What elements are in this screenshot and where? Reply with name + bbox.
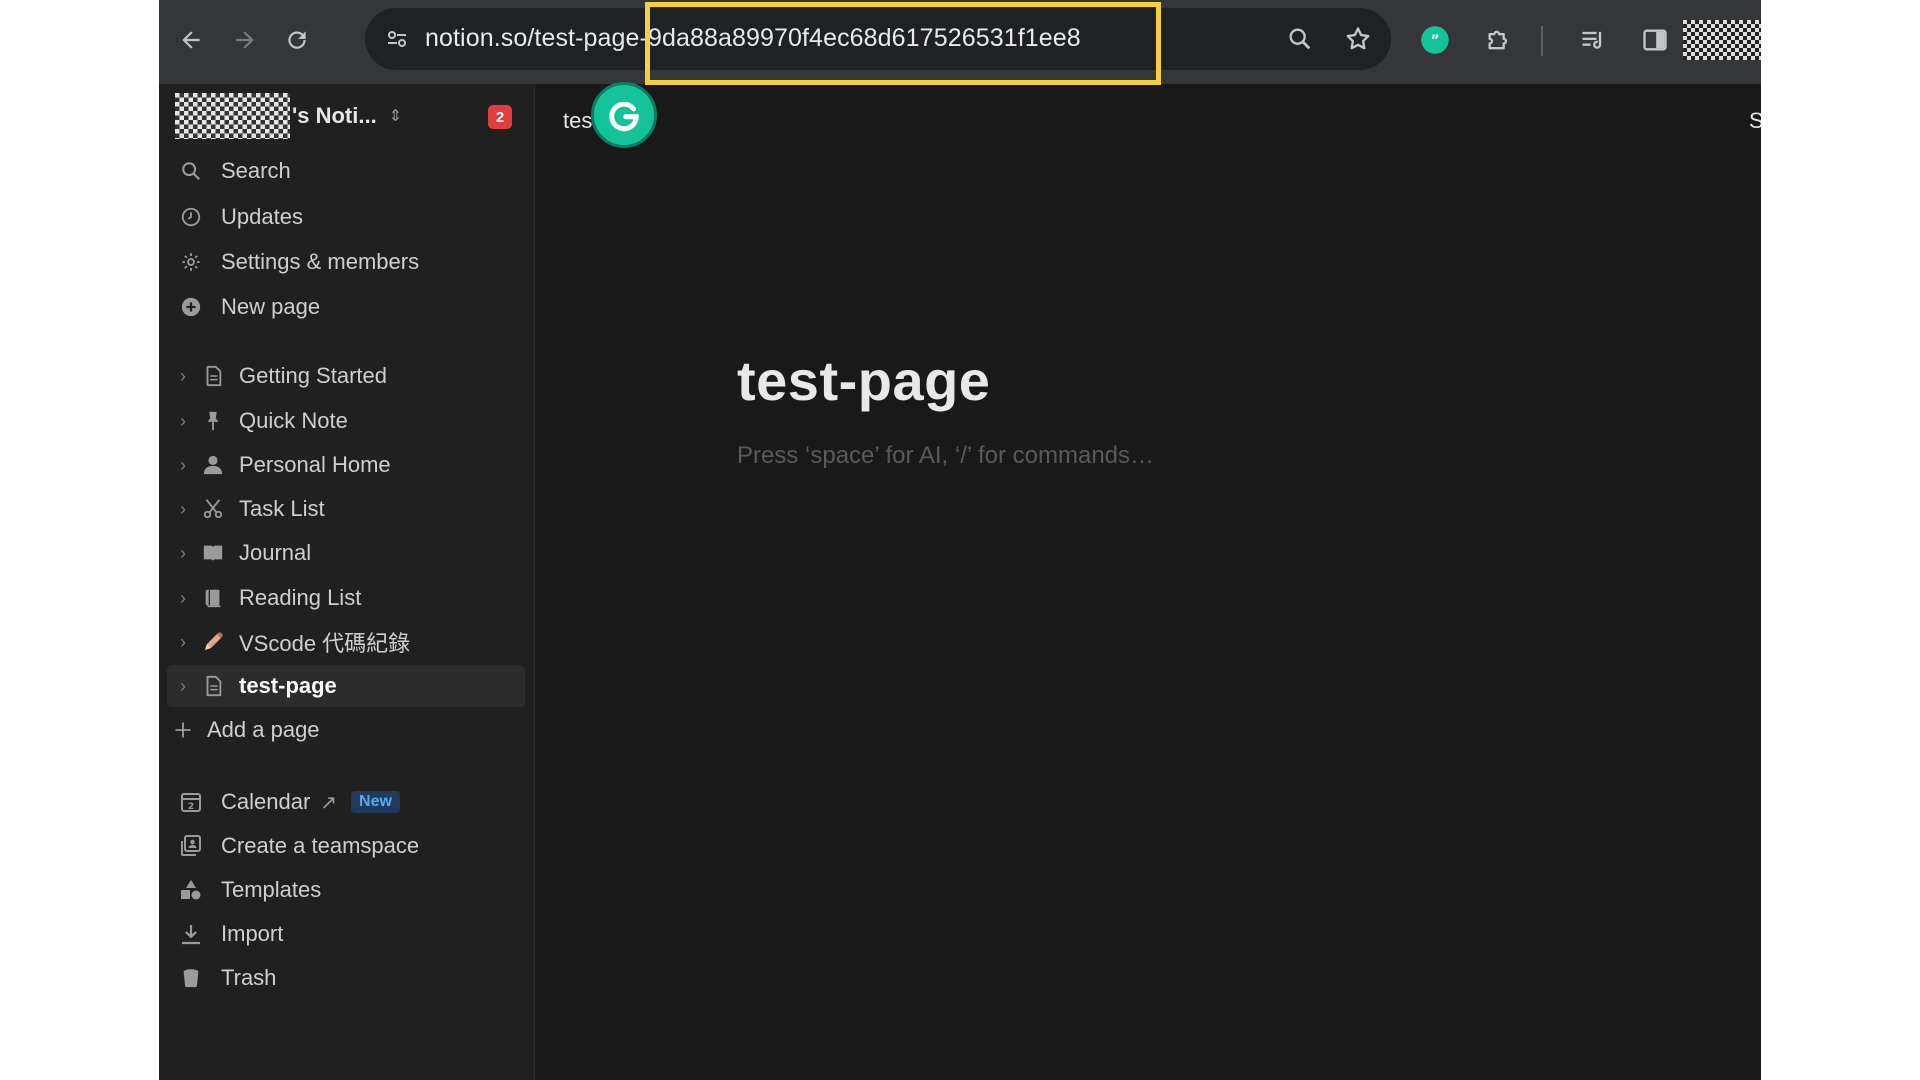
extension-icon[interactable]: ” bbox=[1415, 20, 1455, 60]
sidebar-page-test-page[interactable]: › test-page bbox=[167, 665, 525, 707]
sidebar-page-task-list[interactable]: › Task List bbox=[167, 488, 525, 530]
sidebar-item-label: Templates bbox=[221, 877, 322, 902]
sidebar-item-label: Calendar bbox=[221, 789, 311, 814]
add-page-button[interactable]: Add a page bbox=[167, 709, 525, 751]
scissors-icon bbox=[199, 495, 227, 523]
calendar-icon: 2 bbox=[177, 788, 205, 816]
notification-badge[interactable]: 2 bbox=[488, 105, 512, 129]
breadcrumb[interactable]: tes bbox=[563, 108, 592, 134]
search-icon bbox=[177, 157, 205, 185]
forward-arrow-icon[interactable] bbox=[225, 20, 265, 60]
side-panel-icon[interactable] bbox=[1635, 20, 1675, 60]
sidebar-page-quick-note[interactable]: › Quick Note bbox=[167, 400, 525, 442]
sidebar-item-label: Import bbox=[221, 921, 284, 946]
sidebar-item-label: Search bbox=[221, 158, 291, 183]
site-settings-icon[interactable] bbox=[381, 23, 413, 55]
notion-sidebar: 's Noti... ⇕ 2 Search Updates Settings &… bbox=[159, 84, 535, 1080]
teamspace-icon bbox=[177, 832, 205, 860]
workspace-switcher[interactable]: 's Noti... ⇕ bbox=[175, 92, 402, 140]
zoom-icon[interactable] bbox=[1283, 22, 1317, 56]
sidebar-item-templates[interactable]: Templates bbox=[167, 869, 525, 911]
gear-icon bbox=[177, 248, 205, 276]
address-bar[interactable]: notion.so/test-page-9da88a89970f4ec68d61… bbox=[365, 8, 1391, 70]
screenshot-frame: notion.so/test-page-9da88a89970f4ec68d61… bbox=[159, 0, 1761, 1080]
sidebar-item-label: Updates bbox=[221, 204, 303, 229]
chevron-right-icon[interactable]: › bbox=[175, 411, 191, 432]
chevron-right-icon[interactable]: › bbox=[175, 455, 191, 476]
puzzle-icon[interactable] bbox=[1479, 20, 1519, 60]
svg-text:2: 2 bbox=[188, 802, 194, 812]
sidebar-page-label: Task List bbox=[239, 496, 325, 521]
sidebar-item-label: New page bbox=[221, 294, 321, 319]
person-icon bbox=[199, 451, 227, 479]
sidebar-item-label: Create a teamspace bbox=[221, 833, 420, 858]
sidebar-page-label: Quick Note bbox=[239, 408, 348, 433]
browser-toolbar: notion.so/test-page-9da88a89970f4ec68d61… bbox=[159, 0, 1761, 84]
templates-icon bbox=[177, 876, 205, 904]
sidebar-page-label: Reading List bbox=[239, 585, 362, 610]
sidebar-item-updates[interactable]: Updates bbox=[167, 196, 525, 238]
document-icon bbox=[199, 672, 227, 700]
sidebar-page-label: Getting Started bbox=[239, 363, 387, 388]
sidebar-page-journal[interactable]: › Journal bbox=[167, 532, 525, 574]
chevron-right-icon[interactable]: › bbox=[175, 543, 191, 564]
sidebar-item-calendar[interactable]: 2 Calendar ↗ New bbox=[167, 781, 525, 823]
chevron-right-icon[interactable]: › bbox=[175, 676, 191, 697]
grammarly-icon[interactable] bbox=[591, 82, 657, 148]
chevron-right-icon[interactable]: › bbox=[175, 366, 191, 387]
sidebar-page-label: test-page bbox=[239, 673, 337, 698]
chevron-right-icon[interactable]: › bbox=[175, 499, 191, 520]
bookmark-star-icon[interactable] bbox=[1341, 22, 1375, 56]
workspace-name-obscured bbox=[175, 93, 290, 139]
back-arrow-icon[interactable] bbox=[171, 20, 211, 60]
import-icon bbox=[177, 920, 205, 948]
books-icon bbox=[199, 584, 227, 612]
book-icon bbox=[199, 539, 227, 567]
page-title[interactable]: test-page bbox=[737, 348, 990, 413]
trash-icon bbox=[177, 964, 205, 992]
sidebar-item-search[interactable]: Search bbox=[167, 150, 525, 192]
sidebar-item-label: Trash bbox=[221, 965, 277, 990]
chevron-right-icon[interactable]: › bbox=[175, 632, 191, 653]
editor-placeholder[interactable]: Press ‘space’ for AI, ‘/’ for commands… bbox=[737, 442, 1154, 470]
svg-text:”: ” bbox=[1430, 33, 1439, 49]
sidebar-item-import[interactable]: Import bbox=[167, 913, 525, 955]
plus-circle-icon bbox=[177, 293, 205, 321]
sidebar-page-getting-started[interactable]: › Getting Started bbox=[167, 355, 525, 397]
chevron-right-icon[interactable]: › bbox=[175, 588, 191, 609]
sidebar-page-vscode[interactable]: › VScode 代碼紀錄 bbox=[167, 621, 525, 663]
pin-icon bbox=[199, 407, 227, 435]
document-icon bbox=[199, 362, 227, 390]
sidebar-page-label: Personal Home bbox=[239, 452, 391, 477]
sidebar-page-label: VScode 代碼紀錄 bbox=[239, 631, 411, 656]
sidebar-item-settings[interactable]: Settings & members bbox=[167, 241, 525, 283]
sidebar-item-new-page[interactable]: New page bbox=[167, 286, 525, 328]
sidebar-item-trash[interactable]: Trash bbox=[167, 957, 525, 999]
clock-icon bbox=[177, 203, 205, 231]
sidebar-item-label: Settings & members bbox=[221, 249, 420, 274]
new-tag-badge: New bbox=[351, 791, 400, 813]
sidebar-page-label: Journal bbox=[239, 540, 312, 565]
pencil-icon bbox=[199, 628, 227, 656]
sidebar-page-reading-list[interactable]: › Reading List bbox=[167, 577, 525, 619]
workspace-name: 's Noti... bbox=[292, 103, 377, 128]
sidebar-item-create-teamspace[interactable]: Create a teamspace bbox=[167, 825, 525, 867]
sidebar-page-personal-home[interactable]: › Personal Home bbox=[167, 444, 525, 486]
external-link-arrow-icon: ↗ bbox=[320, 791, 338, 814]
plus-icon bbox=[169, 716, 197, 744]
add-page-label: Add a page bbox=[207, 717, 320, 742]
url-text[interactable]: notion.so/test-page-9da88a89970f4ec68d61… bbox=[425, 24, 1081, 53]
profile-avatar-obscured[interactable] bbox=[1683, 20, 1761, 60]
share-button-partial[interactable]: S bbox=[1749, 108, 1761, 134]
chevron-updown-icon: ⇕ bbox=[388, 108, 403, 125]
reload-icon[interactable] bbox=[277, 20, 317, 60]
toolbar-divider bbox=[1541, 26, 1543, 56]
media-control-icon[interactable] bbox=[1573, 20, 1613, 60]
